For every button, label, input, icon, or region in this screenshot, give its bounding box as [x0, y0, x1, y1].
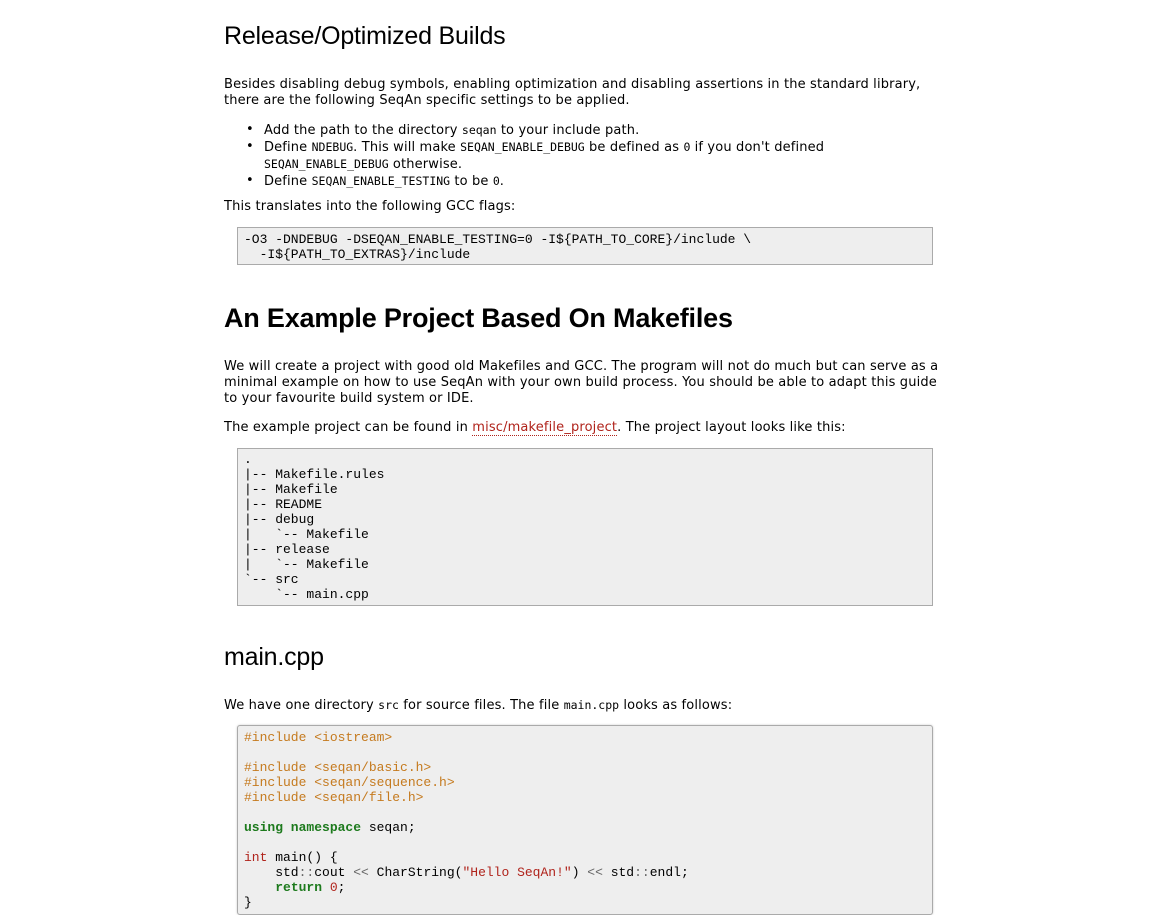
bullet-icon: •	[246, 122, 254, 137]
main-cpp-intro: We have one directory src for source fil…	[224, 698, 733, 713]
list-item: • Define NDEBUG. This will make SEQAN_ENA…	[246, 139, 825, 172]
para-line-1: We will create a project with good old M…	[224, 359, 939, 374]
gcc-flags-code-block: -O3 -DNDEBUG -DSEQAN_ENABLE_TESTING=0 -I…	[237, 227, 933, 265]
project-layout-tree: . |-- Makefile.rules |-- Makefile |-- RE…	[237, 448, 933, 606]
translate-text: This translates into the following GCC f…	[224, 199, 516, 214]
bullet-icon: •	[246, 139, 254, 154]
section-title-release-builds: Release/Optimized Builds	[224, 22, 506, 50]
list-item: • Add the path to the directory seqan to …	[246, 122, 640, 138]
code-line: #include <seqan/basic.h>	[244, 760, 432, 775]
inline-code: 0	[492, 174, 500, 188]
code-line: #include <iostream>	[244, 730, 393, 745]
para-line-2: minimal example on how to use SeqAn with…	[224, 375, 937, 390]
intro-paragraph: Besides disabling debug symbols, enablin…	[224, 77, 950, 109]
inline-code: src	[378, 698, 399, 712]
makefile-project-link[interactable]: misc/makefile_project	[472, 420, 618, 436]
intro-line-2: there are the following SeqAn specific s…	[224, 93, 630, 108]
project-location-text: The example project can be found in misc…	[224, 420, 846, 436]
main-cpp-code-block: #include <iostream> #include <seqan/basi…	[237, 725, 933, 915]
inline-code: NDEBUG	[311, 140, 354, 154]
section-title-main-cpp: main.cpp	[224, 643, 324, 671]
list-item: • Define SEQAN_ENABLE_TESTING to be 0.	[246, 173, 505, 189]
inline-code: SEQAN_ENABLE_DEBUG	[460, 140, 585, 154]
inline-code: seqan	[461, 123, 497, 137]
inline-code: SEQAN_ENABLE_DEBUG	[264, 157, 389, 171]
inline-code: SEQAN_ENABLE_TESTING	[311, 174, 451, 188]
settings-list: • Add the path to the directory seqan to …	[224, 122, 950, 190]
intro-line-1: Besides disabling debug symbols, enablin…	[224, 77, 921, 92]
code-line: #include <seqan/file.h>	[244, 790, 424, 805]
makefile-intro-paragraph: We will create a project with good old M…	[224, 359, 950, 407]
code-line: #include <seqan/sequence.h>	[244, 775, 455, 790]
bullet-icon: •	[246, 173, 254, 188]
section-title-makefile-project: An Example Project Based On Makefiles	[224, 303, 733, 333]
para-line-3: to your favourite build system or IDE.	[224, 391, 474, 406]
inline-code: main.cpp	[563, 698, 620, 712]
